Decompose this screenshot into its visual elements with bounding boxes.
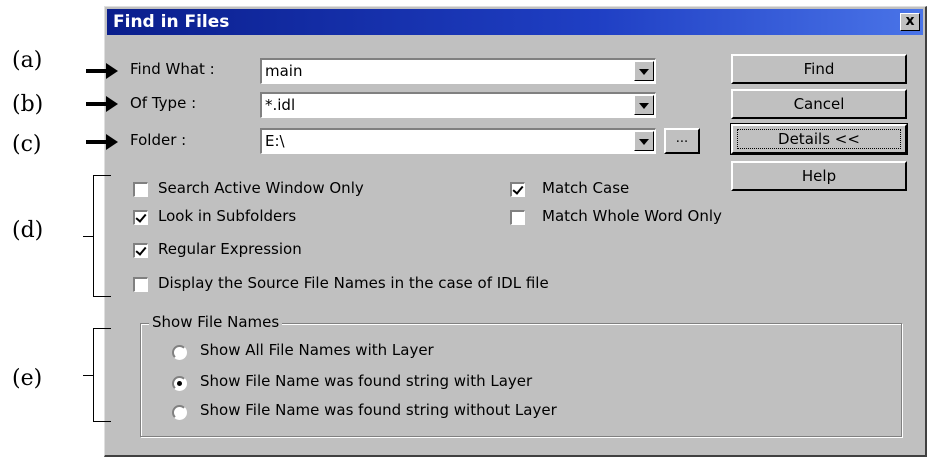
match-whole-word-checkbox[interactable] xyxy=(510,210,525,225)
show-found-without-layer-label: Show File Name was found string without … xyxy=(200,401,557,419)
search-active-window-checkbox[interactable] xyxy=(133,182,148,197)
show-found-with-layer-radio[interactable] xyxy=(172,376,187,391)
dropdown-arrow-icon[interactable] xyxy=(634,95,654,115)
folder-input[interactable]: E:\ xyxy=(265,132,285,150)
show-found-without-layer-radio[interactable] xyxy=(172,405,187,420)
annotation-bracket-tick xyxy=(83,375,93,376)
find-what-label: Find What : xyxy=(130,60,215,78)
dropdown-arrow-icon[interactable] xyxy=(634,61,654,81)
dialog-title: Find in Files xyxy=(113,12,230,32)
annotation-b: (b) xyxy=(12,92,44,117)
match-case-label: Match Case xyxy=(542,179,630,197)
find-what-combo[interactable]: main xyxy=(260,58,656,84)
annotation-bracket-d xyxy=(93,175,111,297)
details-button-label: Details << xyxy=(737,129,901,149)
arrow-pointer-icon xyxy=(86,96,118,112)
details-button[interactable]: Details << xyxy=(730,123,908,155)
of-type-input[interactable]: *.idl xyxy=(265,96,295,114)
title-bar[interactable]: Find in Files x xyxy=(107,9,923,35)
look-in-subfolders-label: Look in Subfolders xyxy=(158,207,297,225)
cancel-button[interactable]: Cancel xyxy=(731,89,907,119)
regular-expression-checkbox[interactable] xyxy=(133,243,148,258)
annotation-a: (a) xyxy=(12,48,43,73)
display-source-file-names-checkbox[interactable] xyxy=(133,277,148,292)
arrow-pointer-icon xyxy=(86,134,118,150)
show-found-with-layer-label: Show File Name was found string with Lay… xyxy=(200,372,533,390)
match-whole-word-label: Match Whole Word Only xyxy=(542,207,722,225)
folder-label: Folder : xyxy=(130,131,187,149)
search-active-window-label: Search Active Window Only xyxy=(158,179,364,197)
find-what-input[interactable]: main xyxy=(265,62,302,80)
look-in-subfolders-checkbox[interactable] xyxy=(133,210,148,225)
annotation-c: (c) xyxy=(12,132,42,157)
annotation-bracket-e xyxy=(93,328,111,422)
dropdown-arrow-icon[interactable] xyxy=(634,131,654,151)
annotation-e: (e) xyxy=(12,366,43,391)
arrow-pointer-icon xyxy=(86,63,118,79)
match-case-checkbox[interactable] xyxy=(510,182,525,197)
show-all-file-names-radio[interactable] xyxy=(172,345,187,360)
browse-button[interactable]: ... xyxy=(664,128,700,154)
annotation-bracket-tick xyxy=(83,236,93,237)
find-button[interactable]: Find xyxy=(731,54,907,84)
help-button[interactable]: Help xyxy=(731,161,907,191)
folder-combo[interactable]: E:\ xyxy=(260,128,656,154)
close-icon[interactable]: x xyxy=(900,13,920,31)
annotation-d: (d) xyxy=(12,218,44,243)
show-file-names-title: Show File Names xyxy=(149,313,283,331)
display-source-file-names-label: Display the Source File Names in the cas… xyxy=(158,274,549,292)
show-all-file-names-label: Show All File Names with Layer xyxy=(200,341,434,359)
regular-expression-label: Regular Expression xyxy=(158,240,302,258)
of-type-label: Of Type : xyxy=(130,94,197,112)
of-type-combo[interactable]: *.idl xyxy=(260,92,656,118)
